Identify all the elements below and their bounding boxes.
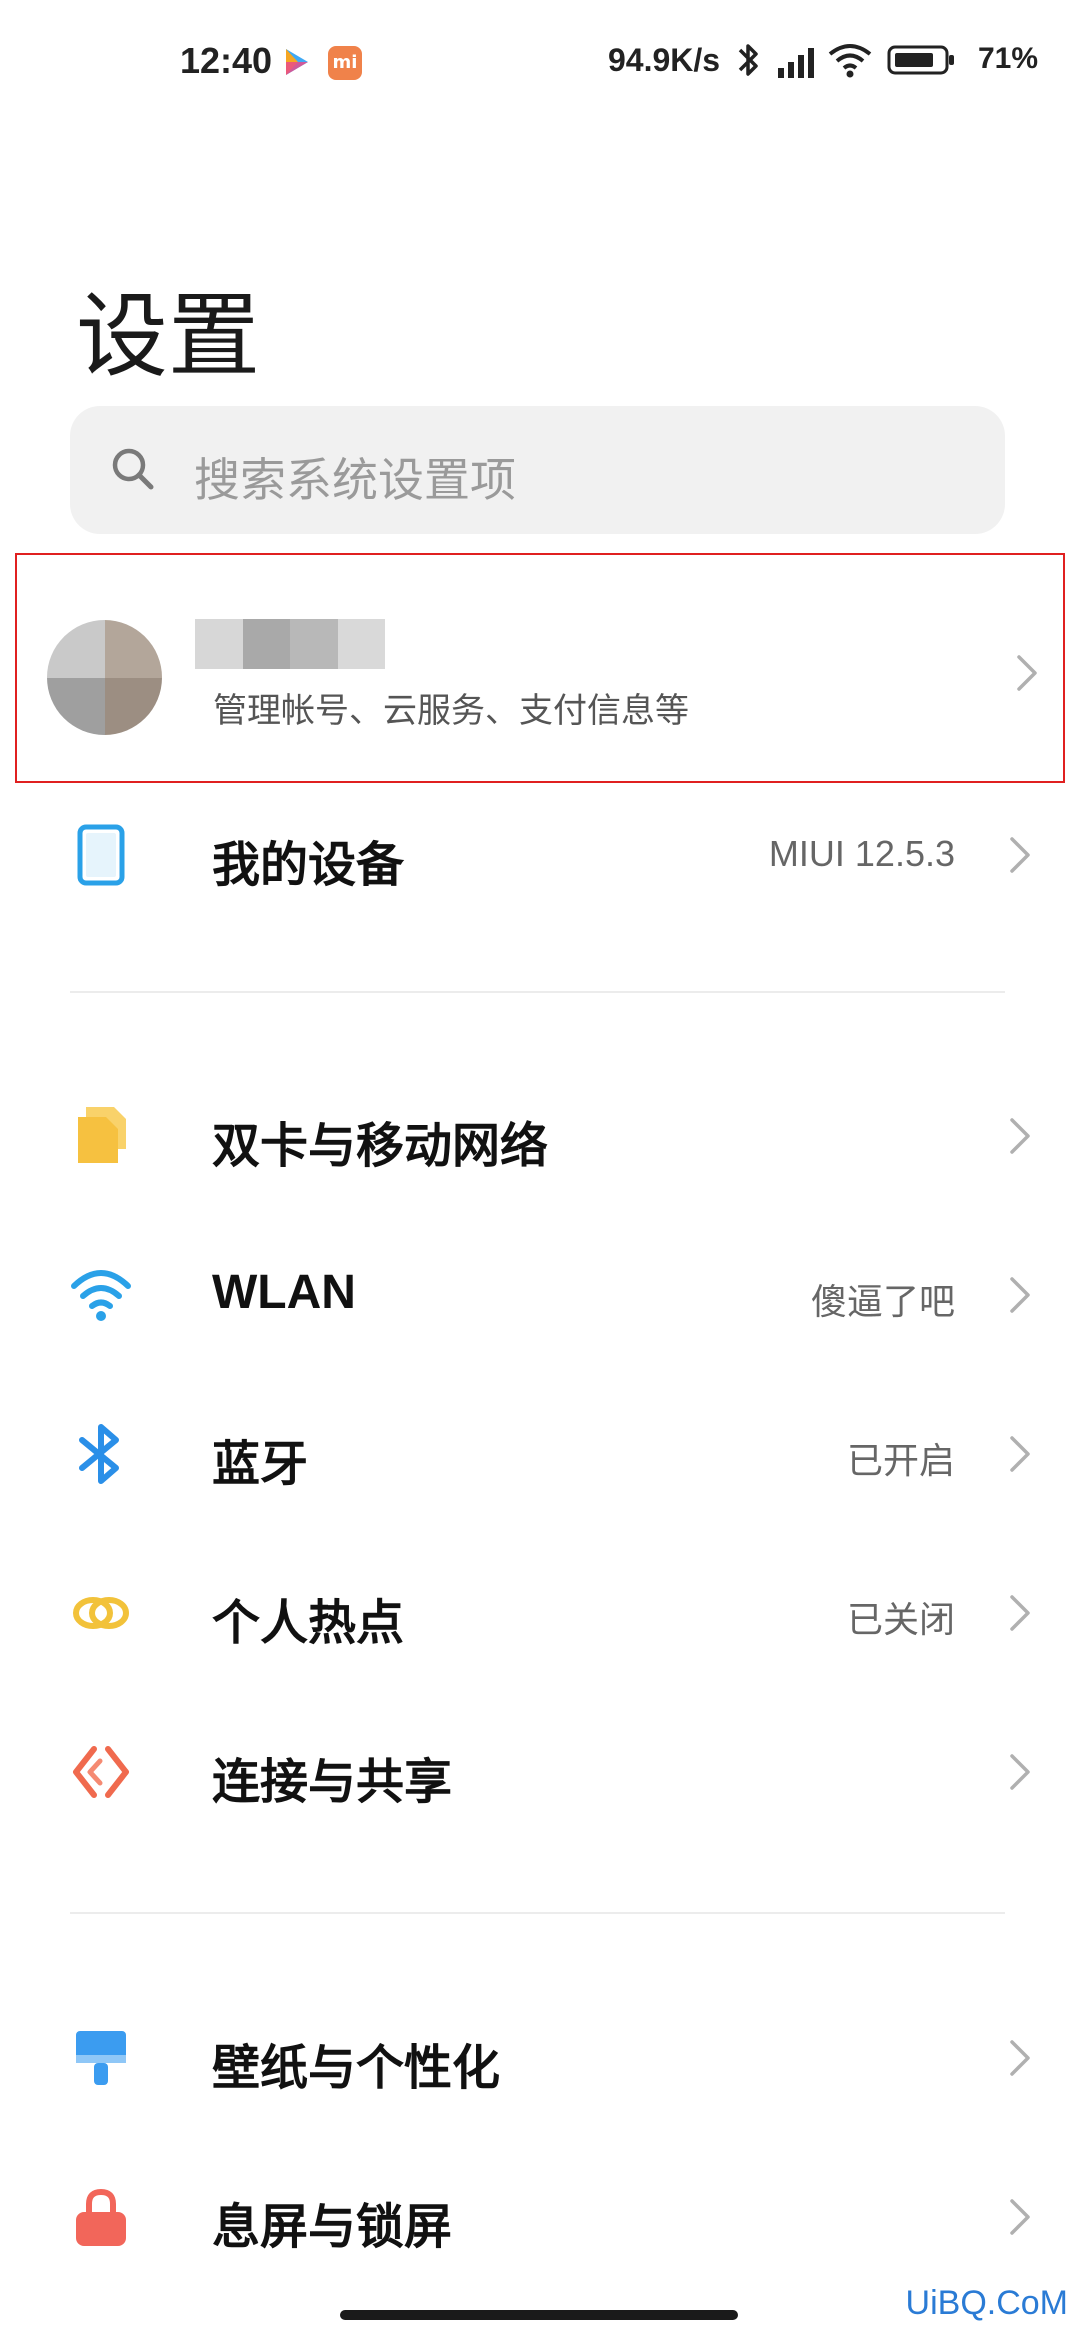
connection-sharing-icon [70,1741,132,1803]
settings-row-lock-screen[interactable]: 息屏与锁屏 [0,2137,1080,2297]
row-value: 已关闭 [846,1600,955,1641]
row-label: 个人热点 [212,1595,405,1651]
avatar [47,620,162,735]
sim-card-icon [70,1105,132,1167]
hotspot-icon [70,1582,132,1644]
account-row[interactable]: 管理帐号、云服务、支付信息等 [15,553,1065,783]
gesture-navigation-bar[interactable] [340,2310,738,2320]
row-label: 连接与共享 [212,1754,453,1810]
search-input[interactable]: 搜索系统设置项 [70,406,1005,534]
settings-row-connection-sharing[interactable]: 连接与共享 [0,1692,1080,1852]
row-label: 我的设备 [212,837,405,893]
status-time: 12:40 [180,40,273,81]
play-app-icon [280,46,312,78]
chevron-right-icon [1000,2197,1040,2237]
settings-row-wlan[interactable]: WLAN 傻逼了吧 [0,1215,1080,1375]
page-title: 设置 [76,283,261,390]
wifi-icon [70,1264,132,1326]
signal-icon [778,48,814,78]
wifi-icon [828,44,872,78]
chevron-right-icon [1000,1434,1040,1474]
mi-app-icon: mi [328,46,362,80]
network-speed: 94.9K/s [608,42,721,78]
settings-row-my-device[interactable]: 我的设备 MIUI 12.5.3 [0,775,1080,935]
account-name-blurred [195,619,385,669]
status-icons [738,40,978,80]
search-icon [110,446,156,492]
chevron-right-icon [1007,653,1047,693]
row-value: MIUI 12.5.3 [768,833,955,874]
row-label: WLAN [212,1266,356,1319]
settings-row-sim-network[interactable]: 双卡与移动网络 [0,1056,1080,1216]
chevron-right-icon [1000,1593,1040,1633]
bluetooth-icon [70,1423,132,1485]
battery-icon [887,45,954,75]
chevron-right-icon [1000,1116,1040,1156]
chevron-right-icon [1000,1275,1040,1315]
chevron-right-icon [1000,1752,1040,1792]
search-placeholder: 搜索系统设置项 [194,453,516,507]
settings-row-wallpaper[interactable]: 壁纸与个性化 [0,1978,1080,2138]
divider [70,991,1005,993]
row-label: 蓝牙 [212,1436,309,1492]
battery-percent: 71% [978,42,1039,75]
row-label: 双卡与移动网络 [212,1118,549,1174]
row-label: 息屏与锁屏 [212,2199,453,2255]
account-subtitle: 管理帐号、云服务、支付信息等 [213,691,689,731]
row-value: 傻逼了吧 [810,1282,955,1323]
status-bar: 12:40 mi 94.9K/s 71% [0,0,1080,130]
chevron-right-icon [1000,2038,1040,2078]
wallpaper-icon [70,2027,132,2089]
row-value: 已开启 [846,1441,955,1482]
settings-row-hotspot[interactable]: 个人热点 已关闭 [0,1533,1080,1693]
chevron-right-icon [1000,835,1040,875]
watermark: UiBQ.CoM [905,2284,1068,2322]
device-icon [70,824,132,886]
bluetooth-icon [738,44,758,76]
settings-row-bluetooth[interactable]: 蓝牙 已开启 [0,1374,1080,1534]
row-label: 壁纸与个性化 [212,2040,501,2096]
lock-screen-icon [70,2186,132,2248]
divider [70,1912,1005,1914]
